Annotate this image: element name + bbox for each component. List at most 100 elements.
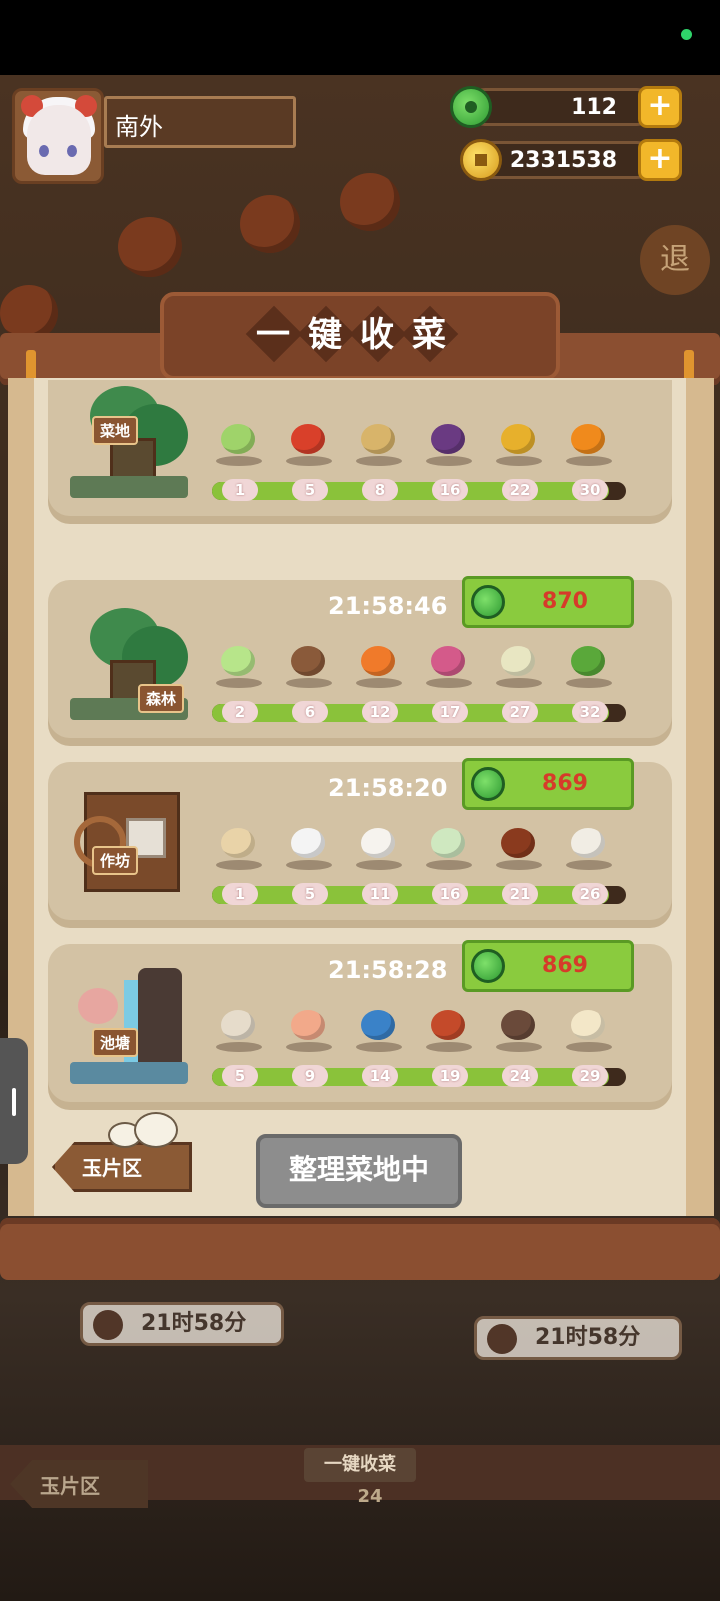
farm-row-forest: 森林 21:58:46 870 2 6 12 17 27 32 bbox=[48, 576, 672, 738]
unlock-level-badge: 19 bbox=[432, 1065, 468, 1087]
item-shadow bbox=[356, 860, 402, 870]
panel-bottom-rod bbox=[0, 1218, 720, 1280]
item-shadow bbox=[566, 456, 612, 466]
unlock-level-badge: 5 bbox=[222, 1065, 258, 1087]
harvest-timer: 21:58:46 bbox=[328, 592, 448, 620]
mushroom-icon[interactable] bbox=[288, 644, 328, 678]
rice-leaf-icon[interactable] bbox=[428, 826, 468, 860]
item-shadow bbox=[216, 678, 262, 688]
clock-icon bbox=[93, 1310, 123, 1340]
jade-icon bbox=[471, 949, 505, 983]
item-shadow bbox=[496, 678, 542, 688]
collect-cost: 869 bbox=[542, 953, 588, 978]
camera-indicator-dot bbox=[681, 29, 692, 40]
progress-fill bbox=[212, 1068, 610, 1086]
jade-icon bbox=[471, 767, 505, 801]
bg-timer-left: 21时58分 bbox=[80, 1302, 284, 1346]
unlock-level-badge: 2 bbox=[222, 701, 258, 723]
lantern-icon bbox=[340, 173, 400, 231]
item-shadow bbox=[426, 1042, 472, 1052]
item-shadow bbox=[496, 1042, 542, 1052]
progress-fill bbox=[212, 704, 610, 722]
harvest-timer: 21:58:20 bbox=[328, 774, 448, 802]
unlock-level-badge: 1 bbox=[222, 479, 258, 501]
item-shadow bbox=[356, 1042, 402, 1052]
bg-collect-count: 24 bbox=[357, 1486, 383, 1507]
cabbage-icon[interactable] bbox=[218, 644, 258, 678]
bg-jade-area-label: 玉片区 bbox=[40, 1474, 100, 1498]
item-shadow bbox=[216, 1042, 262, 1052]
shrimp-icon[interactable] bbox=[288, 1008, 328, 1042]
unlock-level-badge: 11 bbox=[362, 883, 398, 905]
crab-meat-icon[interactable] bbox=[428, 1008, 468, 1042]
speed-up-collect-button[interactable]: 870 bbox=[462, 576, 634, 628]
tofu-icon[interactable] bbox=[358, 826, 398, 860]
player-name: 南外 bbox=[115, 113, 163, 141]
lantern-icon bbox=[240, 195, 300, 253]
gravy-icon[interactable] bbox=[568, 826, 608, 860]
add-jade-button[interactable]: + bbox=[638, 86, 682, 128]
unlock-progress-bar bbox=[212, 482, 626, 500]
unlock-level-badge: 1 bbox=[222, 883, 258, 905]
radish-icon[interactable] bbox=[428, 644, 468, 678]
status-bar bbox=[0, 0, 720, 75]
unlock-level-badge: 6 bbox=[292, 701, 328, 723]
panel-side bbox=[686, 378, 714, 1216]
item-shadow bbox=[286, 1042, 332, 1052]
bg-collect-all-button: 一键收菜 bbox=[304, 1448, 416, 1482]
unlock-level-badge: 26 bbox=[572, 883, 608, 905]
add-coins-button[interactable]: + bbox=[638, 139, 682, 181]
building-label: 作坊 bbox=[92, 846, 139, 875]
farm-row-workshop: 作坊 21:58:20 869 1 5 11 16 21 26 bbox=[48, 758, 672, 920]
unlock-level-badge: 9 bbox=[292, 1065, 328, 1087]
scallion-icon[interactable] bbox=[218, 422, 258, 456]
coin-icon bbox=[460, 139, 502, 181]
unlock-level-badge: 8 bbox=[362, 479, 398, 501]
herb-icon[interactable] bbox=[568, 644, 608, 678]
item-shadow bbox=[566, 1042, 612, 1052]
bg-timer-right-text: 21时58分 bbox=[535, 1325, 641, 1350]
building-illustration bbox=[70, 782, 188, 902]
speed-up-collect-button[interactable]: 869 bbox=[462, 758, 634, 810]
player-name-box: 南外 bbox=[104, 96, 296, 148]
item-shadow bbox=[216, 456, 262, 466]
side-drawer-handle[interactable] bbox=[0, 1038, 28, 1164]
item-shadow bbox=[426, 456, 472, 466]
exit-button[interactable]: 退 bbox=[640, 225, 710, 295]
sauce-jar-icon[interactable] bbox=[498, 826, 538, 860]
harvest-timer: 21:58:28 bbox=[328, 956, 448, 984]
clam-icon[interactable] bbox=[218, 1008, 258, 1042]
carrot-icon[interactable] bbox=[358, 644, 398, 678]
crab-icon[interactable] bbox=[498, 1008, 538, 1042]
speed-up-collect-button[interactable]: 869 bbox=[462, 940, 634, 992]
unlock-level-badge: 30 bbox=[572, 479, 608, 501]
item-shadow bbox=[356, 678, 402, 688]
item-shadow bbox=[426, 678, 472, 688]
player-avatar[interactable] bbox=[12, 88, 104, 184]
item-shadow bbox=[286, 678, 332, 688]
progress-fill bbox=[212, 886, 610, 904]
unlock-level-badge: 16 bbox=[432, 479, 468, 501]
farm-row-vegetable-field: 菜地 1 5 8 16 22 30 bbox=[48, 380, 672, 516]
fish-icon[interactable] bbox=[358, 1008, 398, 1042]
bamboo-shoot-icon[interactable] bbox=[498, 644, 538, 678]
organize-field-button[interactable]: 整理菜地中 bbox=[256, 1134, 462, 1208]
potato-icon[interactable] bbox=[358, 422, 398, 456]
item-shadow bbox=[566, 678, 612, 688]
rice-bowl-icon[interactable] bbox=[288, 826, 328, 860]
unlock-progress-bar bbox=[212, 886, 626, 904]
chili-icon[interactable] bbox=[288, 422, 328, 456]
unlock-level-badge: 5 bbox=[292, 883, 328, 905]
lantern-icon bbox=[118, 217, 182, 277]
farm-list-viewport[interactable]: 菜地 1 5 8 16 22 30 bbox=[48, 380, 672, 550]
unlock-level-badge: 17 bbox=[432, 701, 468, 723]
jade-balance-bar: 112 bbox=[466, 88, 656, 126]
unlock-level-badge: 14 bbox=[362, 1065, 398, 1087]
corn-icon[interactable] bbox=[498, 422, 538, 456]
eggplant-icon[interactable] bbox=[428, 422, 468, 456]
flour-sack-icon[interactable] bbox=[218, 826, 258, 860]
shell-icon[interactable] bbox=[568, 1008, 608, 1042]
jade-balance: 112 bbox=[571, 95, 617, 120]
pumpkin-icon[interactable] bbox=[568, 422, 608, 456]
item-shadow bbox=[496, 456, 542, 466]
